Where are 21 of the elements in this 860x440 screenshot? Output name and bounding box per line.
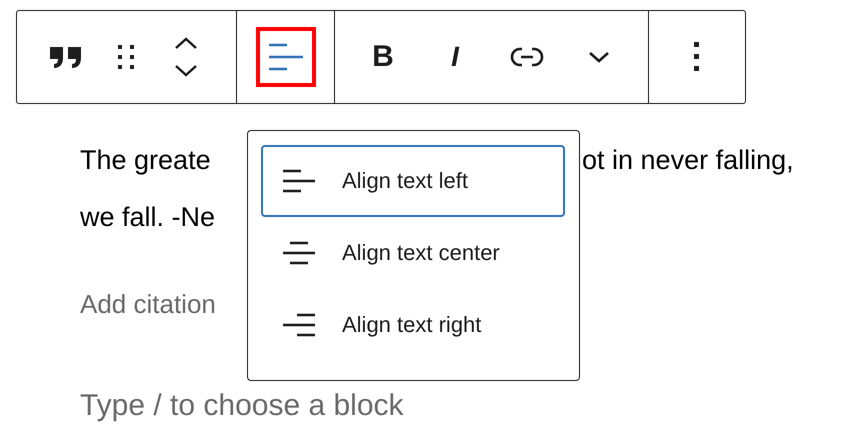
block-placeholder[interactable]: Type / to choose a block — [80, 386, 404, 426]
drag-handle-icon — [116, 43, 136, 71]
citation-placeholder[interactable]: Add citation — [80, 284, 216, 324]
quote-text: ot in never falling, — [582, 144, 794, 177]
quote-text: we fall. -Ne — [80, 201, 216, 234]
chevron-down-icon — [588, 50, 610, 64]
bold-button[interactable]: B — [347, 27, 419, 87]
link-icon — [509, 46, 545, 68]
align-center-icon — [283, 241, 315, 265]
move-down-button[interactable] — [173, 64, 199, 78]
align-right-icon — [283, 313, 315, 337]
chevron-down-icon — [173, 64, 199, 78]
menu-item[interactable]: Align text left — [261, 145, 565, 217]
align-left-icon — [283, 169, 315, 193]
italic-button[interactable]: I — [419, 27, 491, 87]
align-left-icon — [268, 42, 302, 72]
chevron-up-icon — [173, 36, 199, 50]
align-button[interactable] — [256, 27, 316, 87]
move-up-button[interactable] — [173, 36, 199, 50]
quote-text: The greate — [80, 144, 211, 177]
more-options-icon — [694, 42, 700, 72]
